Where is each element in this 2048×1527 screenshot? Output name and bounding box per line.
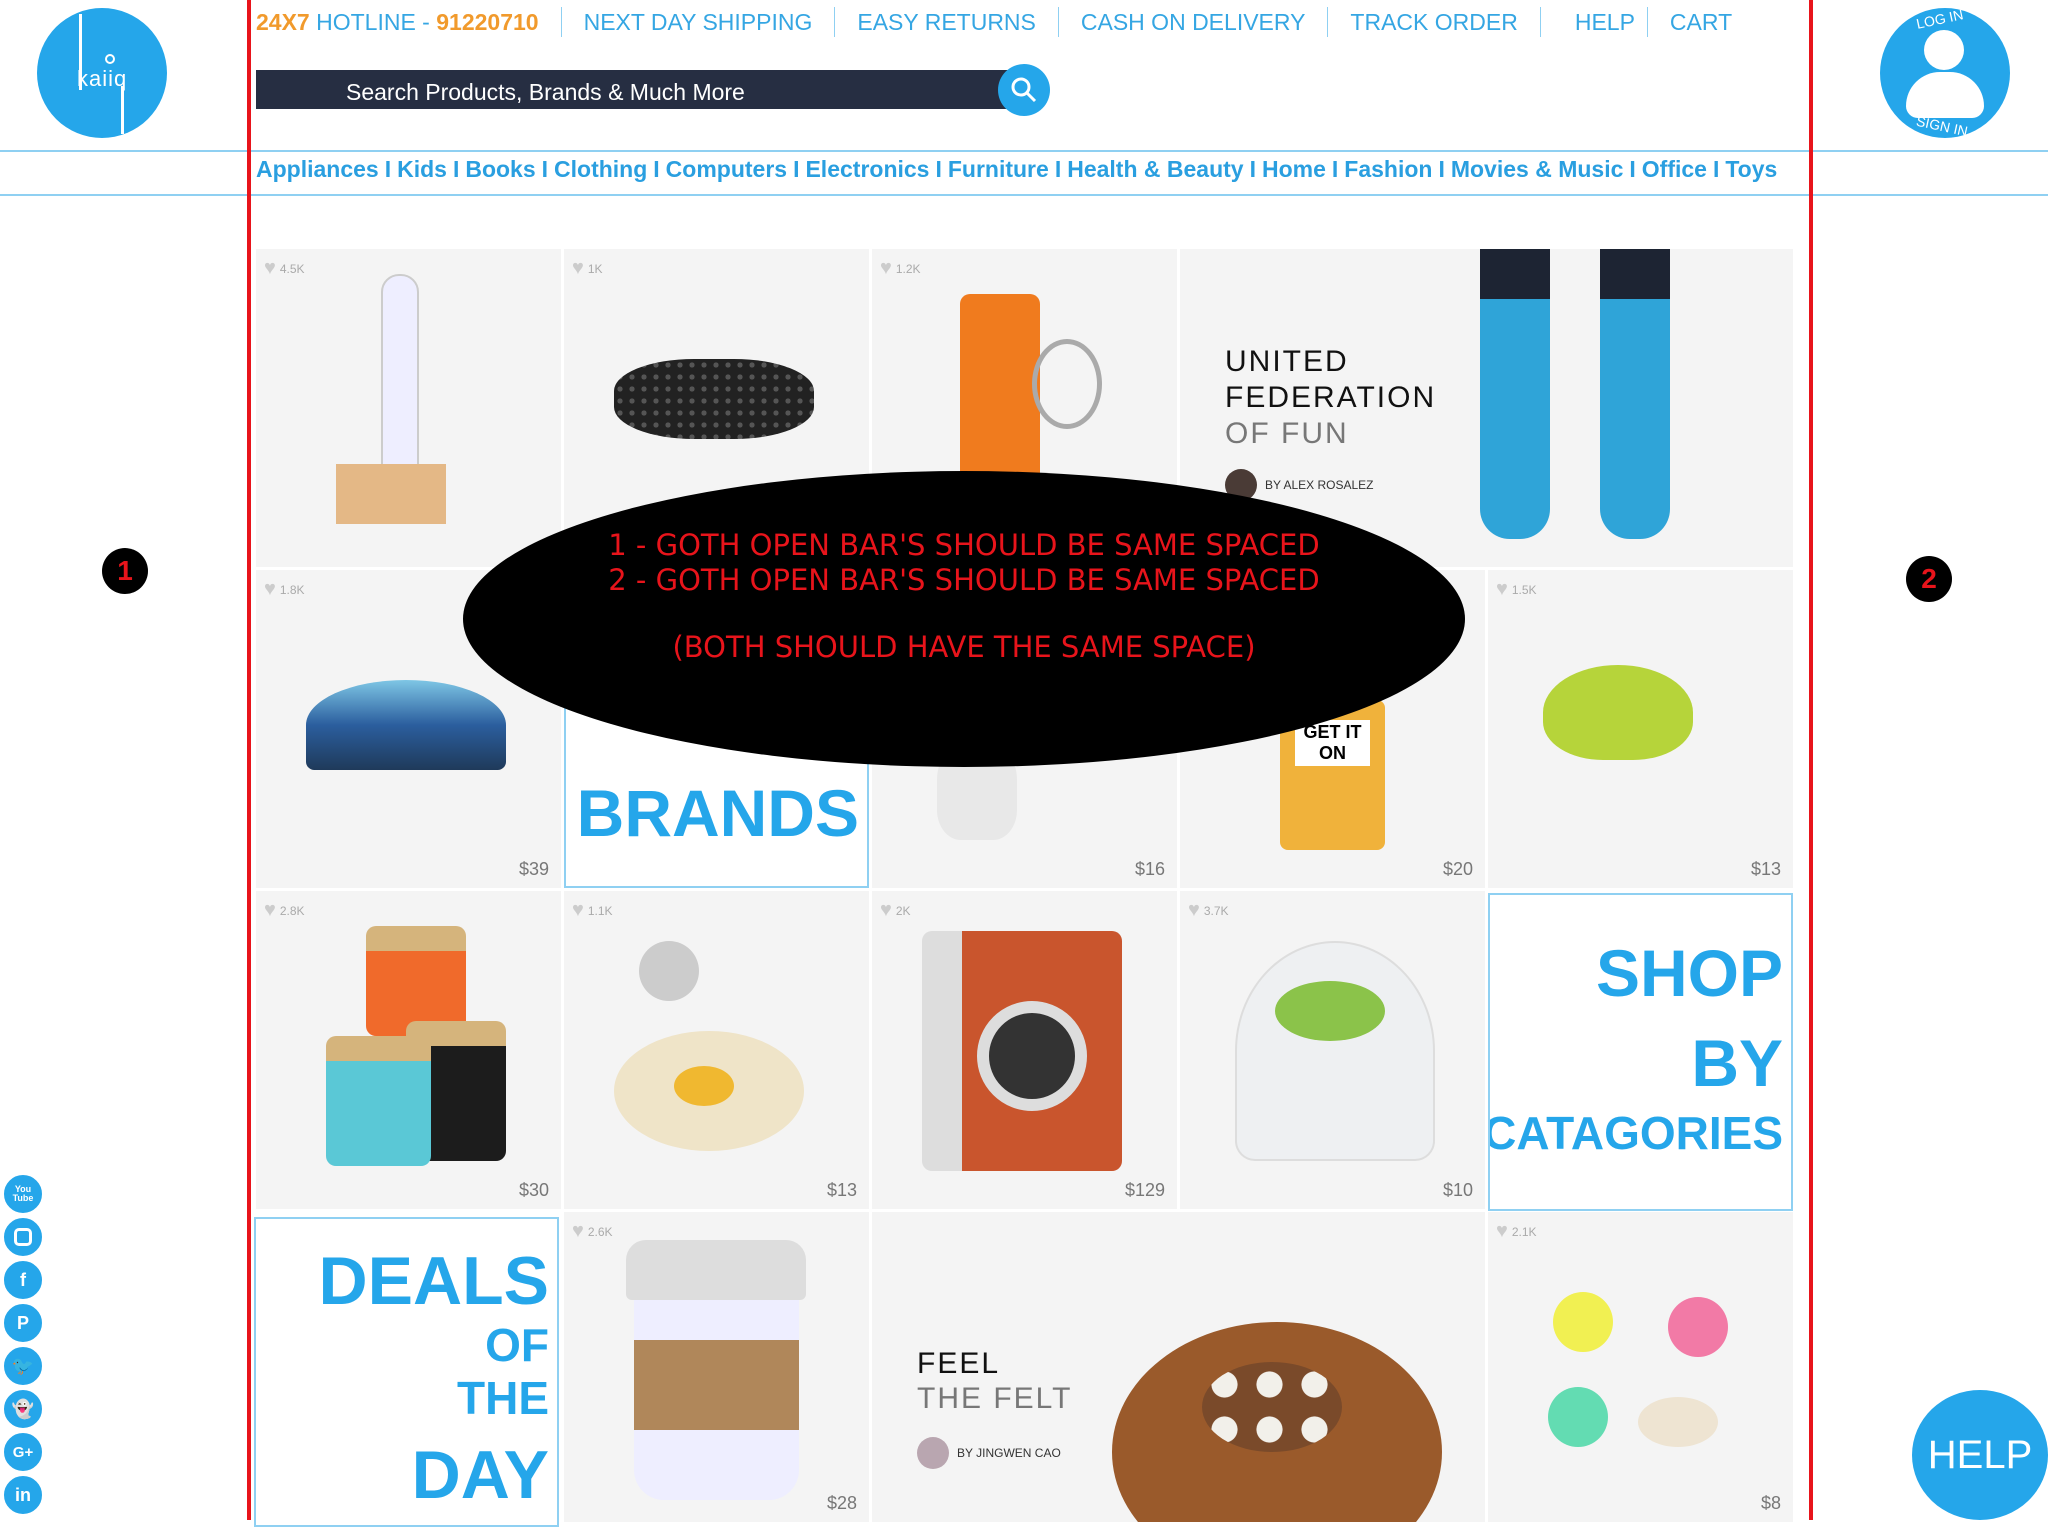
search-input[interactable] — [256, 70, 1016, 109]
author-avatar — [917, 1437, 949, 1469]
feature-feel-the-felt[interactable]: FEEL THE FELT BY JINGWEN CAO — [872, 1212, 1485, 1522]
product-card[interactable]: ♥ 2.8K $30 — [256, 891, 561, 1209]
product-card[interactable]: ♥ 1.1K $13 — [564, 891, 869, 1209]
search-icon — [1011, 77, 1037, 103]
nav-divider — [0, 194, 2048, 196]
instagram-icon[interactable] — [2, 1216, 44, 1258]
nav-easy-returns[interactable]: EASY RETURNS — [857, 9, 1036, 36]
nav-track-order[interactable]: TRACK ORDER — [1350, 9, 1517, 36]
annotation-marker-1: 1 — [102, 548, 148, 594]
heart-icon: ♥ — [264, 578, 276, 600]
heart-icon: ♥ — [1496, 1220, 1508, 1242]
heart-icon: ♥ — [880, 257, 892, 279]
category-nav: Appliances I Kids I Books I Clothing I Compu… — [256, 156, 1778, 183]
search-button[interactable] — [998, 64, 1050, 116]
annotation-line-right — [1809, 0, 1813, 1520]
category-office[interactable]: Office — [1642, 156, 1707, 183]
deals-of-the-day-tile[interactable]: DEALS OF THE DAY — [254, 1217, 559, 1527]
linkedin-icon[interactable]: in — [2, 1474, 44, 1516]
product-card[interactable]: ♥ 4.5K — [256, 249, 561, 567]
category-home[interactable]: Home — [1262, 156, 1326, 183]
logo[interactable]: kaiiq — [37, 8, 167, 138]
product-card[interactable]: ♥ 3.7K $10 — [1180, 891, 1485, 1209]
heart-icon: ♥ — [572, 1220, 584, 1242]
product-card[interactable]: ♥ 1.5K $13 — [1488, 570, 1793, 888]
login-button[interactable]: LOG IN SIGN IN — [1880, 8, 2010, 138]
category-toys[interactable]: Toys — [1725, 156, 1777, 183]
product-card[interactable]: ♥ 2K $129 — [872, 891, 1177, 1209]
heart-icon: ♥ — [880, 899, 892, 921]
heart-icon: ♥ — [264, 899, 276, 921]
nav-next-day-shipping[interactable]: NEXT DAY SHIPPING — [584, 9, 813, 36]
user-icon — [1924, 30, 1964, 70]
shop-by-categories-tile[interactable]: SHOP BY CATAGORIES — [1488, 893, 1793, 1211]
annotation-ellipse: 1 - GOTH OPEN BAR'S SHOULD BE SAME SPACE… — [463, 471, 1465, 767]
category-fashion[interactable]: Fashion — [1344, 156, 1432, 183]
heart-icon: ♥ — [1496, 578, 1508, 600]
top-nav: 24X7 HOTLINE - 91220710 NEXT DAY SHIPPIN… — [256, 6, 1732, 38]
help-chat-button[interactable]: HELP — [1912, 1390, 2048, 1520]
category-electronics[interactable]: Electronics — [805, 156, 929, 183]
nav-help[interactable]: HELP — [1575, 9, 1635, 36]
youtube-icon[interactable]: You Tube — [2, 1173, 44, 1215]
heart-icon: ♥ — [572, 257, 584, 279]
heart-icon: ♥ — [1188, 899, 1200, 921]
category-kids[interactable]: Kids — [397, 156, 447, 183]
nav-cart[interactable]: CART — [1670, 9, 1732, 36]
category-health-beauty[interactable]: Health & Beauty — [1067, 156, 1243, 183]
snapchat-icon[interactable]: 👻 — [2, 1388, 44, 1430]
product-card[interactable]: ♥ 2.1K $8 — [1488, 1212, 1793, 1522]
annotation-marker-2: 2 — [1906, 556, 1952, 602]
category-furniture[interactable]: Furniture — [948, 156, 1049, 183]
category-clothing[interactable]: Clothing — [554, 156, 647, 183]
hotline: 24X7 HOTLINE - 91220710 — [256, 8, 539, 35]
category-computers[interactable]: Computers — [666, 156, 787, 183]
header-divider — [0, 150, 2048, 152]
nav-cash-on-delivery[interactable]: CASH ON DELIVERY — [1081, 9, 1306, 36]
pinterest-icon[interactable]: P — [2, 1302, 44, 1344]
product-card[interactable]: ♥ 2.6K $28 — [564, 1212, 869, 1522]
category-books[interactable]: Books — [465, 156, 535, 183]
heart-icon: ♥ — [264, 257, 276, 279]
google-plus-icon[interactable]: G+ — [2, 1431, 44, 1473]
annotation-line-left — [247, 0, 251, 1520]
category-appliances[interactable]: Appliances — [256, 156, 379, 183]
facebook-icon[interactable]: f — [2, 1259, 44, 1301]
twitter-icon[interactable]: 🐦 — [2, 1345, 44, 1387]
category-movies-music[interactable]: Movies & Music — [1451, 156, 1624, 183]
heart-icon: ♥ — [572, 899, 584, 921]
